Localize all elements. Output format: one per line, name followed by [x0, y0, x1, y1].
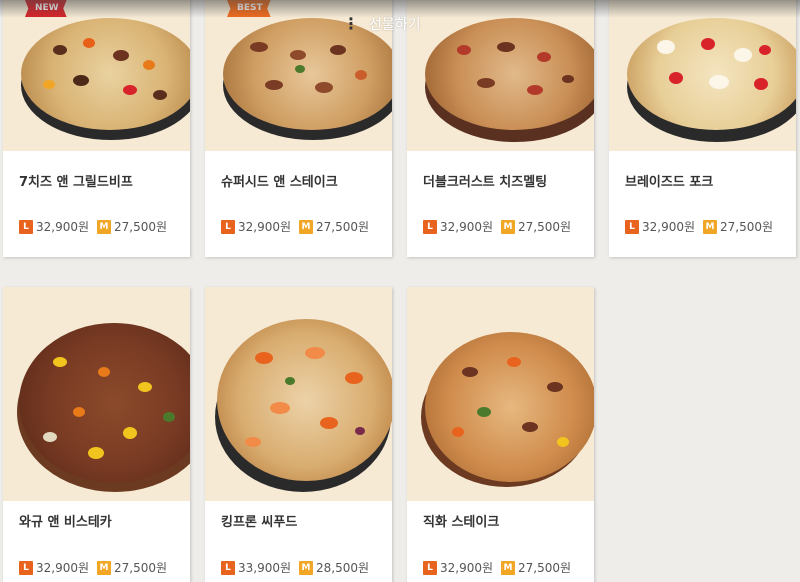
- menu-title: 브레이즈드 포크: [625, 175, 714, 190]
- menu-title: 킹프론 씨푸드: [221, 515, 298, 530]
- menu-card-superseed-steak[interactable]: BEST 슈퍼시드 앤 스테이크 L 32,900원 M 27,500원: [205, 0, 392, 257]
- price-row: L 32,900원 M 27,500원: [19, 218, 167, 235]
- large-price-value: 32,900원: [642, 220, 696, 234]
- menu-title: 더블크러스트 치즈멜팅: [423, 175, 548, 190]
- size-l-icon: L: [625, 219, 639, 234]
- menu-card-fire-grilled-steak[interactable]: 직화 스테이크 L 32,900원 M 27,500원: [407, 287, 594, 582]
- menu-title: 와규 앤 비스테카: [19, 515, 112, 530]
- medium-price: M 27,500원: [501, 218, 571, 235]
- menu-card-braised-pork[interactable]: 브레이즈드 포크 L 32,900원 M 27,500원: [609, 0, 796, 257]
- medium-price: M 28,500원: [299, 559, 369, 576]
- size-m-icon: M: [703, 219, 718, 234]
- medium-price: M 27,500원: [97, 559, 167, 576]
- medium-price: M 27,500원: [299, 218, 369, 235]
- price-row: L 33,900원 M 28,500원: [221, 559, 369, 576]
- menu-title: 직화 스테이크: [423, 515, 500, 530]
- large-price: L 33,900원: [221, 559, 291, 576]
- menu-card-7cheese-grilled-beef[interactable]: NEW 7치즈 앤 그릴드비프 L 32,900원 M 27,500원: [3, 0, 190, 257]
- medium-price: M 27,500원: [501, 559, 571, 576]
- large-price: L 32,900원: [19, 218, 89, 235]
- size-l-icon: L: [19, 560, 33, 575]
- menu-card-double-crust-cheese-melting[interactable]: 더블크러스트 치즈멜팅 L 32,900원 M 27,500원: [407, 0, 594, 257]
- gift-button[interactable]: 선물하기: [369, 14, 421, 34]
- pizza-photo: [407, 0, 594, 151]
- new-badge: NEW: [25, 0, 67, 17]
- large-price-value: 32,900원: [36, 220, 90, 234]
- large-price: L 32,900원: [423, 559, 493, 576]
- size-m-icon: M: [97, 560, 112, 575]
- large-price-value: 33,900원: [238, 561, 292, 575]
- medium-price-value: 27,500원: [518, 220, 572, 234]
- large-price: L 32,900원: [423, 218, 493, 235]
- size-l-icon: L: [423, 560, 437, 575]
- size-m-icon: M: [501, 219, 516, 234]
- menu-title: 슈퍼시드 앤 스테이크: [221, 175, 338, 190]
- price-row: L 32,900원 M 27,500원: [423, 559, 571, 576]
- medium-price-value: 27,500원: [114, 220, 168, 234]
- menu-card-wagyu-bistecca[interactable]: 와규 앤 비스테카 L 32,900원 M 27,500원: [3, 287, 190, 582]
- more-menu-icon[interactable]: ⋮: [343, 16, 359, 32]
- medium-price-value: 27,500원: [316, 220, 370, 234]
- price-row: L 32,900원 M 27,500원: [19, 559, 167, 576]
- large-price: L 32,900원: [625, 218, 695, 235]
- size-m-icon: M: [97, 219, 112, 234]
- large-price-value: 32,900원: [440, 561, 494, 575]
- pizza-photo: [407, 287, 594, 501]
- size-l-icon: L: [221, 219, 235, 234]
- medium-price: M 27,500원: [97, 218, 167, 235]
- pizza-photo: [205, 287, 392, 501]
- large-price: L 32,900원: [221, 218, 291, 235]
- menu-card-king-prawn-seafood[interactable]: 킹프론 씨푸드 L 33,900원 M 28,500원: [205, 287, 392, 582]
- menu-title: 7치즈 앤 그릴드비프: [19, 175, 133, 190]
- large-price-value: 32,900원: [238, 220, 292, 234]
- medium-price-value: 27,500원: [114, 561, 168, 575]
- size-m-icon: M: [501, 560, 516, 575]
- best-badge: BEST: [227, 0, 271, 17]
- size-m-icon: M: [299, 560, 314, 575]
- size-m-icon: M: [299, 219, 314, 234]
- large-price-value: 32,900원: [36, 561, 90, 575]
- gift-toolbar: ⋮ 선물하기: [343, 14, 421, 34]
- price-row: L 32,900원 M 27,500원: [221, 218, 369, 235]
- large-price-value: 32,900원: [440, 220, 494, 234]
- pizza-photo: [3, 287, 190, 501]
- medium-price-value: 27,500원: [720, 220, 774, 234]
- size-l-icon: L: [221, 560, 235, 575]
- pizza-photo: [609, 0, 796, 151]
- large-price: L 32,900원: [19, 559, 89, 576]
- size-l-icon: L: [19, 219, 33, 234]
- price-row: L 32,900원 M 27,500원: [423, 218, 571, 235]
- pizza-photo: NEW: [3, 0, 190, 151]
- medium-price-value: 27,500원: [518, 561, 572, 575]
- medium-price-value: 28,500원: [316, 561, 370, 575]
- medium-price: M 27,500원: [703, 218, 773, 235]
- price-row: L 32,900원 M 27,500원: [625, 218, 773, 235]
- size-l-icon: L: [423, 219, 437, 234]
